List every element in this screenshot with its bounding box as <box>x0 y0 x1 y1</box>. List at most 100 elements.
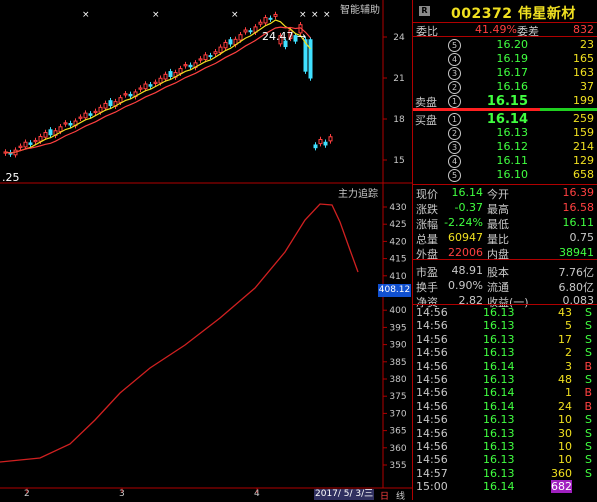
level-volume: 159 <box>573 126 594 139</box>
level-price: 16.20 <box>496 38 529 51</box>
order-book-row[interactable]: 4 16.11 129 <box>413 154 597 168</box>
order-book-row[interactable]: 4 16.19 165 <box>413 52 597 66</box>
stock-code-name[interactable]: 002372 伟星新材 <box>451 3 576 23</box>
level-number: 5 <box>448 39 461 52</box>
candle-body <box>48 129 53 136</box>
level-number: 4 <box>448 155 461 168</box>
tick-side: S <box>585 466 592 480</box>
trade-tick-row[interactable]: 15:00 16.14 682 <box>413 480 597 494</box>
order-book-row[interactable]: 卖盘 1 16.15 199 <box>413 94 597 109</box>
tick-side: S <box>585 453 592 467</box>
order-book-row[interactable]: 5 16.20 23 <box>413 38 597 52</box>
level-price: 16.19 <box>496 52 529 65</box>
tick-time: 14:56 <box>416 346 448 360</box>
tick-volume: 17 <box>558 332 572 346</box>
tick-volume: 682 <box>551 480 572 494</box>
indicator-label-bottom[interactable]: 主力追踪 <box>338 185 378 200</box>
order-book-row[interactable]: 2 16.16 37 <box>413 80 597 94</box>
candle-body <box>33 139 38 143</box>
period-tab-line[interactable]: 线 <box>396 489 405 502</box>
trade-tick-row[interactable]: 14:56 16.13 48 S <box>413 373 597 387</box>
candle-body <box>43 132 48 138</box>
stat-text: 现价 <box>416 188 438 201</box>
level-volume: 129 <box>573 154 594 167</box>
level-price: 16.15 <box>486 94 528 109</box>
indicator-tick-label: 390 <box>389 341 406 351</box>
order-book-row[interactable]: 3 16.17 163 <box>413 66 597 80</box>
tick-side: S <box>585 306 592 319</box>
trade-tick-row[interactable]: 14:56 16.13 30 S <box>413 427 597 441</box>
indicator-tick-label: 375 <box>389 392 406 402</box>
indicator-tick-label: 425 <box>389 220 406 230</box>
candle-body <box>68 123 73 126</box>
tick-side: B <box>584 386 592 400</box>
candle-body <box>248 30 253 33</box>
candle-body <box>28 142 33 145</box>
peak-price-label: 24.47 → <box>262 30 307 43</box>
tick-time: 14:56 <box>416 306 448 319</box>
stat-text: 流通 <box>487 281 509 294</box>
tick-price: 16.13 <box>483 306 515 319</box>
candle-body <box>138 87 143 90</box>
chart-area[interactable]: 24211815 4304254204154104054003953903853… <box>0 0 412 500</box>
candle-body <box>183 64 188 67</box>
stat-text: 16.39 <box>562 186 595 199</box>
candle-body <box>23 141 28 148</box>
candle-body <box>188 64 193 68</box>
candle-body <box>93 110 98 114</box>
indicator-label-top[interactable]: 智能辅助 <box>340 1 380 16</box>
indicator-tick-label: 365 <box>389 427 406 437</box>
trade-tick-row[interactable]: 14:56 16.13 2 S <box>413 346 597 360</box>
trade-tick-row[interactable]: 14:57 16.13 360 S <box>413 467 597 481</box>
stat-text: 涨幅 <box>416 218 438 231</box>
candle-body <box>238 34 243 41</box>
trade-tick-row[interactable]: 14:56 16.13 17 S <box>413 333 597 347</box>
weibi-row: 委比 41.49% 委差 832 <box>416 23 594 38</box>
stat-text: 股本 <box>487 266 509 279</box>
candle-body <box>128 93 133 97</box>
tick-volume: 1 <box>565 386 572 400</box>
level-volume: 23 <box>580 38 594 51</box>
tick-volume: 2 <box>565 346 572 360</box>
candle-body <box>83 112 88 119</box>
marker-cross: × <box>82 10 90 20</box>
tick-price: 16.13 <box>483 426 515 440</box>
trade-tick-row[interactable]: 14:56 16.13 10 S <box>413 453 597 467</box>
tick-volume: 24 <box>558 399 572 413</box>
tick-side: S <box>585 332 592 346</box>
marker-cross: × <box>323 10 331 20</box>
indicator-tick-label: 355 <box>389 461 406 471</box>
trade-tick-row[interactable]: 14:56 16.14 1 B <box>413 386 597 400</box>
tick-price: 16.13 <box>483 440 515 453</box>
trade-tick-row[interactable]: 14:56 16.13 43 S <box>413 306 597 320</box>
tick-side: S <box>585 346 592 360</box>
level-volume: 37 <box>580 80 594 93</box>
level-volume: 163 <box>573 66 594 79</box>
candle-body <box>273 13 278 17</box>
trade-tick-row[interactable]: 14:56 16.13 10 S <box>413 413 597 427</box>
stat-text: 60947 <box>448 231 483 244</box>
candle-body <box>58 126 63 132</box>
order-book-row[interactable]: 2 16.13 159 <box>413 126 597 140</box>
trade-tick-row[interactable]: 14:56 16.13 10 S <box>413 440 597 454</box>
x-label: 3 <box>119 489 125 499</box>
order-book-row[interactable]: 5 16.10 658 <box>413 168 597 182</box>
order-book-row[interactable]: 买盘 1 16.14 259 <box>413 112 597 127</box>
order-book-row[interactable]: 3 16.12 214 <box>413 140 597 154</box>
candle-body <box>38 135 43 142</box>
tick-price: 16.13 <box>483 346 515 360</box>
period-tab-day[interactable]: 日 <box>380 489 389 502</box>
tick-volume: 3 <box>565 359 572 373</box>
tick-time: 14:56 <box>416 440 448 453</box>
level-volume: 165 <box>573 52 594 65</box>
candle-body <box>88 113 93 116</box>
trade-tick-row[interactable]: 14:56 16.14 24 B <box>413 400 597 414</box>
trade-tick-row[interactable]: 14:56 16.14 3 B <box>413 360 597 374</box>
candle-body <box>118 97 123 103</box>
candle-body <box>268 17 273 20</box>
trade-tick-row[interactable]: 14:56 16.13 5 S <box>413 319 597 333</box>
candle-body <box>123 93 128 96</box>
marker-cross: × <box>311 10 319 20</box>
stat-text: 最低 <box>487 218 509 231</box>
tick-side: S <box>585 426 592 440</box>
